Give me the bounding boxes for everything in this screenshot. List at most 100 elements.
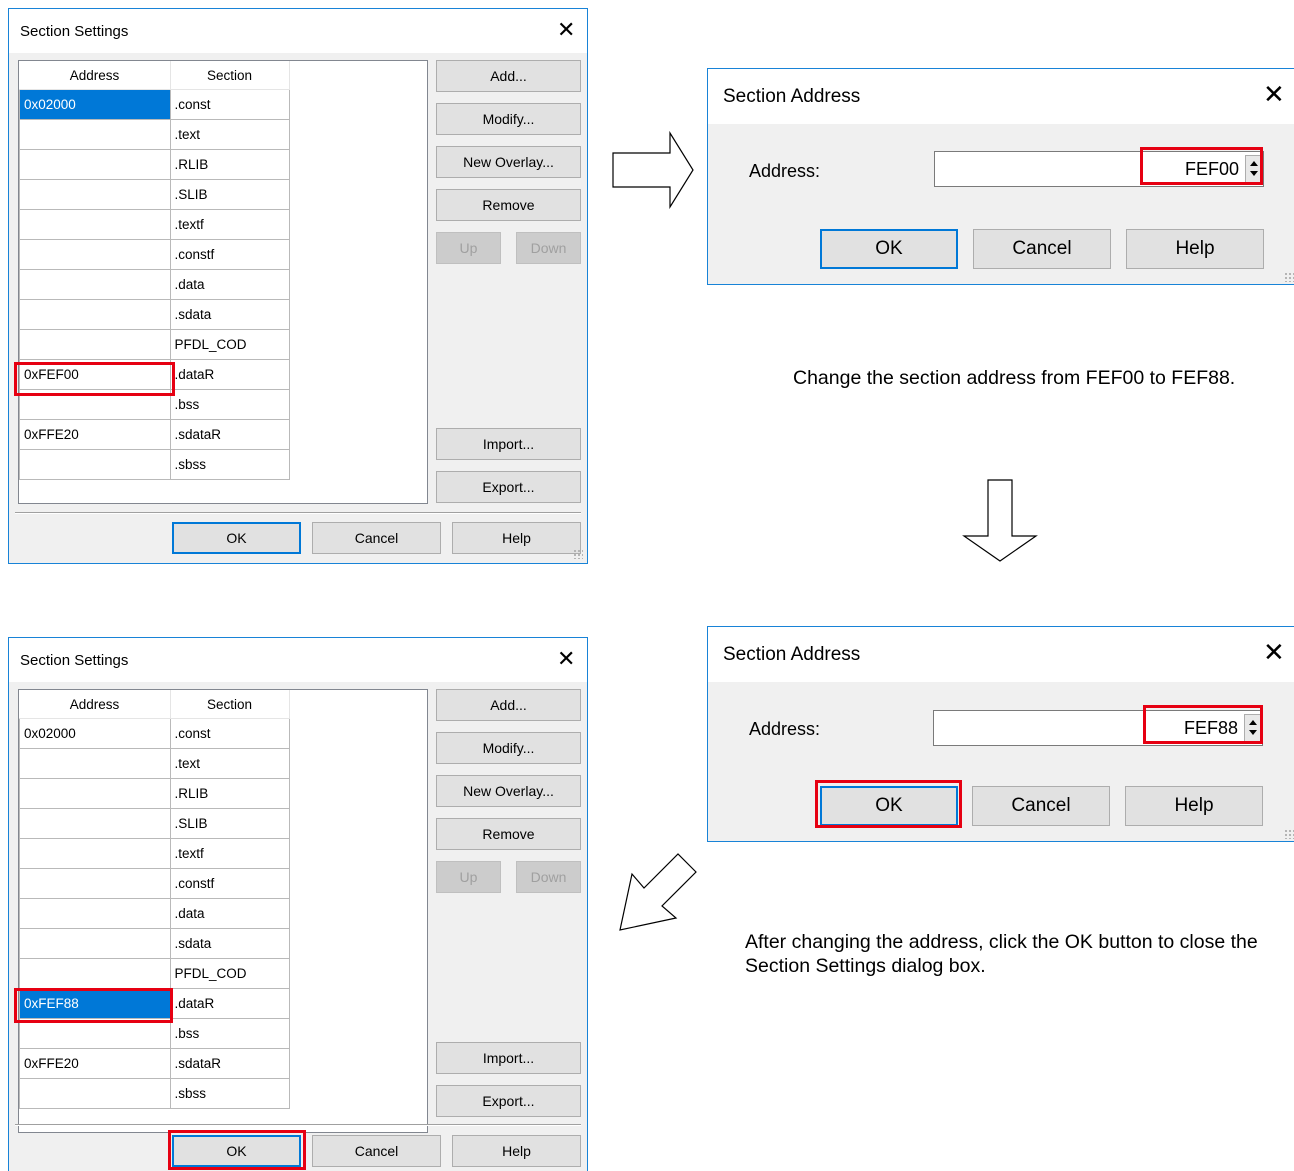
close-icon[interactable]: ✕ bbox=[1263, 639, 1285, 665]
table-row[interactable]: .bss bbox=[19, 1018, 290, 1049]
section-cell[interactable]: .data bbox=[169, 269, 290, 300]
section-cell[interactable]: .data bbox=[169, 898, 290, 929]
export-button[interactable]: Export... bbox=[436, 471, 581, 503]
address-cell[interactable] bbox=[19, 239, 171, 270]
table-row[interactable]: .SLIB bbox=[19, 179, 290, 210]
help-button[interactable]: Help bbox=[452, 1135, 581, 1167]
cancel-button[interactable]: Cancel bbox=[312, 522, 441, 554]
down-button[interactable]: Down bbox=[516, 232, 581, 264]
cancel-button[interactable]: Cancel bbox=[312, 1135, 441, 1167]
section-cell[interactable]: .bss bbox=[169, 389, 290, 420]
address-cell[interactable] bbox=[19, 838, 171, 869]
section-cell[interactable]: .sdataR bbox=[169, 1048, 290, 1079]
table-row[interactable]: .textf bbox=[19, 209, 290, 240]
address-cell[interactable]: 0xFFE20 bbox=[19, 419, 171, 450]
import-button[interactable]: Import... bbox=[436, 428, 581, 460]
section-list[interactable]: Address Section 0x02000 .const .text .RLIB.… bbox=[18, 60, 428, 504]
section-cell[interactable]: .sdataR bbox=[169, 419, 290, 450]
address-cell[interactable]: 0x02000 bbox=[19, 89, 171, 120]
modify-button[interactable]: Modify... bbox=[436, 103, 581, 135]
address-cell[interactable] bbox=[19, 299, 171, 330]
address-cell[interactable] bbox=[19, 778, 171, 809]
address-cell[interactable] bbox=[19, 269, 171, 300]
column-header-section[interactable]: Section bbox=[170, 61, 290, 90]
up-button[interactable]: Up bbox=[436, 861, 501, 893]
address-cell[interactable]: 0xFFE20 bbox=[19, 1048, 171, 1079]
resize-grip-icon[interactable] bbox=[1284, 272, 1294, 282]
new-overlay-button[interactable]: New Overlay... bbox=[436, 775, 581, 807]
table-row[interactable]: 0xFFE20 .sdataR bbox=[19, 1048, 290, 1079]
address-cell[interactable] bbox=[19, 209, 171, 240]
address-cell[interactable] bbox=[19, 868, 171, 899]
down-button[interactable]: Down bbox=[516, 861, 581, 893]
remove-button[interactable]: Remove bbox=[436, 189, 581, 221]
close-icon[interactable]: ✕ bbox=[557, 19, 575, 41]
address-cell[interactable] bbox=[19, 329, 171, 360]
help-button[interactable]: Help bbox=[1126, 229, 1264, 269]
section-cell[interactable]: .sdata bbox=[169, 928, 290, 959]
table-row[interactable]: .data bbox=[19, 898, 290, 929]
section-cell[interactable]: .RLIB bbox=[169, 778, 290, 809]
address-cell[interactable]: 0x02000 bbox=[19, 718, 171, 749]
table-row[interactable]: 0x02000 .const bbox=[19, 718, 290, 749]
new-overlay-button[interactable]: New Overlay... bbox=[436, 146, 581, 178]
address-cell[interactable] bbox=[19, 928, 171, 959]
table-row[interactable]: .RLIB bbox=[19, 149, 290, 180]
section-cell[interactable]: .const bbox=[169, 718, 290, 749]
table-row[interactable]: .text bbox=[19, 119, 290, 150]
section-cell[interactable]: .textf bbox=[169, 838, 290, 869]
import-button[interactable]: Import... bbox=[436, 1042, 581, 1074]
cancel-button[interactable]: Cancel bbox=[972, 786, 1110, 826]
section-cell[interactable]: .constf bbox=[169, 868, 290, 899]
address-cell[interactable] bbox=[19, 1078, 171, 1109]
address-cell[interactable] bbox=[19, 748, 171, 779]
export-button[interactable]: Export... bbox=[436, 1085, 581, 1117]
section-cell[interactable]: .SLIB bbox=[169, 808, 290, 839]
section-cell[interactable]: PFDL_COD bbox=[169, 329, 290, 360]
section-cell[interactable]: PFDL_COD bbox=[169, 958, 290, 989]
table-row[interactable]: PFDL_COD bbox=[19, 329, 290, 360]
column-header-section[interactable]: Section bbox=[170, 690, 290, 719]
close-icon[interactable]: ✕ bbox=[1263, 81, 1285, 107]
address-cell[interactable] bbox=[19, 119, 171, 150]
section-cell[interactable]: .sbss bbox=[169, 449, 290, 480]
table-row[interactable]: .text bbox=[19, 748, 290, 779]
address-cell[interactable] bbox=[19, 808, 171, 839]
table-row[interactable]: .textf bbox=[19, 838, 290, 869]
section-cell[interactable]: .sbss bbox=[169, 1078, 290, 1109]
section-cell[interactable]: .RLIB bbox=[169, 149, 290, 180]
add-button[interactable]: Add... bbox=[436, 689, 581, 721]
address-cell[interactable] bbox=[19, 179, 171, 210]
address-cell[interactable] bbox=[19, 149, 171, 180]
close-icon[interactable]: ✕ bbox=[557, 648, 575, 670]
section-cell[interactable]: .bss bbox=[169, 1018, 290, 1049]
section-cell[interactable]: .dataR bbox=[169, 988, 290, 1019]
up-button[interactable]: Up bbox=[436, 232, 501, 264]
address-cell[interactable] bbox=[19, 958, 171, 989]
modify-button[interactable]: Modify... bbox=[436, 732, 581, 764]
ok-button[interactable]: OK bbox=[820, 229, 958, 269]
table-row[interactable]: .sbss bbox=[19, 1078, 290, 1109]
address-cell[interactable] bbox=[19, 449, 171, 480]
table-row[interactable]: 0xFFE20 .sdataR bbox=[19, 419, 290, 450]
section-cell[interactable]: .SLIB bbox=[169, 179, 290, 210]
table-row[interactable]: PFDL_COD bbox=[19, 958, 290, 989]
table-row[interactable]: .constf bbox=[19, 239, 290, 270]
section-cell[interactable]: .dataR bbox=[169, 359, 290, 390]
remove-button[interactable]: Remove bbox=[436, 818, 581, 850]
section-cell[interactable]: .text bbox=[169, 748, 290, 779]
address-cell[interactable] bbox=[19, 898, 171, 929]
section-cell[interactable]: .constf bbox=[169, 239, 290, 270]
column-header-address[interactable]: Address bbox=[19, 61, 171, 90]
add-button[interactable]: Add... bbox=[436, 60, 581, 92]
resize-grip-icon[interactable] bbox=[1284, 829, 1294, 839]
table-row[interactable]: .RLIB bbox=[19, 778, 290, 809]
column-header-address[interactable]: Address bbox=[19, 690, 171, 719]
cancel-button[interactable]: Cancel bbox=[973, 229, 1111, 269]
help-button[interactable]: Help bbox=[452, 522, 581, 554]
resize-grip-icon[interactable] bbox=[573, 549, 583, 559]
table-row[interactable]: .constf bbox=[19, 868, 290, 899]
section-cell[interactable]: .const bbox=[169, 89, 290, 120]
table-row[interactable]: .sdata bbox=[19, 299, 290, 330]
table-row[interactable]: 0x02000 .const bbox=[19, 89, 290, 120]
